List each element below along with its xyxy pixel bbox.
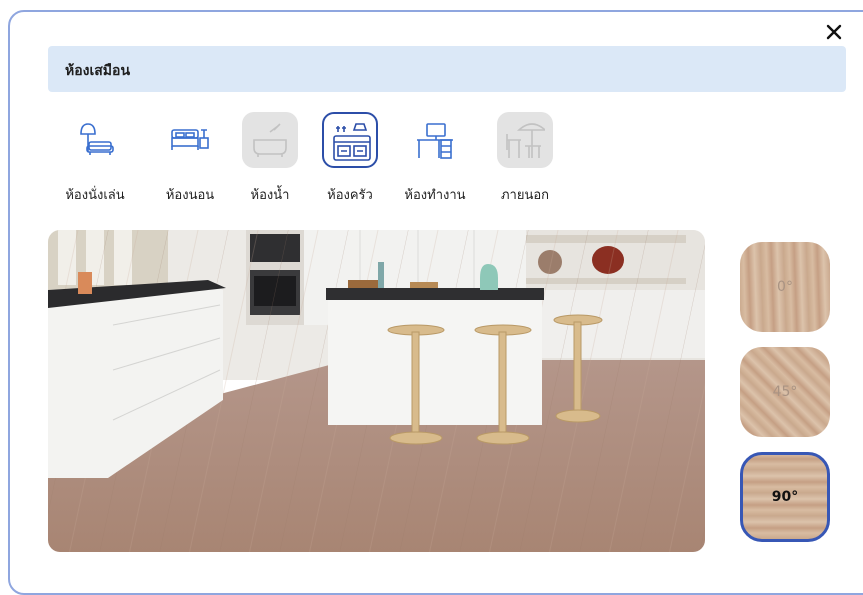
header-bar: ห้องเสมือน — [48, 46, 846, 92]
angle-label: 90° — [771, 489, 799, 505]
room-preview-image — [48, 230, 705, 552]
room-label: ห้องนอน — [165, 188, 215, 203]
room-label: ภายนอก — [500, 188, 550, 203]
angle-90-option[interactable]: 90° — [740, 452, 830, 542]
room-outdoor[interactable]: ภายนอก — [480, 112, 570, 205]
angle-45-option[interactable]: 45° — [740, 347, 830, 437]
bed-icon — [162, 112, 218, 168]
room-kitchen[interactable]: ห้องครัว — [305, 112, 395, 205]
close-icon[interactable] — [824, 22, 844, 42]
room-label: ห้องน้ำ — [250, 188, 290, 203]
room-label: ห้องทำงาน — [404, 188, 466, 203]
room-living[interactable]: ห้องนั่งเล่น — [50, 112, 140, 205]
bathtub-icon — [242, 112, 298, 168]
room-label: ห้องนั่งเล่น — [65, 188, 125, 203]
angle-label: 0° — [777, 279, 793, 295]
room-office[interactable]: ห้องทำงาน — [390, 112, 480, 205]
angle-label: 45° — [772, 384, 798, 400]
page-title: ห้องเสมือน — [65, 63, 131, 79]
desk-computer-icon — [407, 112, 463, 168]
kitchen-stove-icon — [322, 112, 378, 168]
room-label: ห้องครัว — [327, 188, 373, 203]
room-bathroom[interactable]: ห้องน้ำ — [225, 112, 315, 205]
patio-umbrella-icon — [497, 112, 553, 168]
room-bedroom[interactable]: ห้องนอน — [145, 112, 235, 205]
angle-0-option[interactable]: 0° — [740, 242, 830, 332]
sofa-lamp-icon — [67, 112, 123, 168]
